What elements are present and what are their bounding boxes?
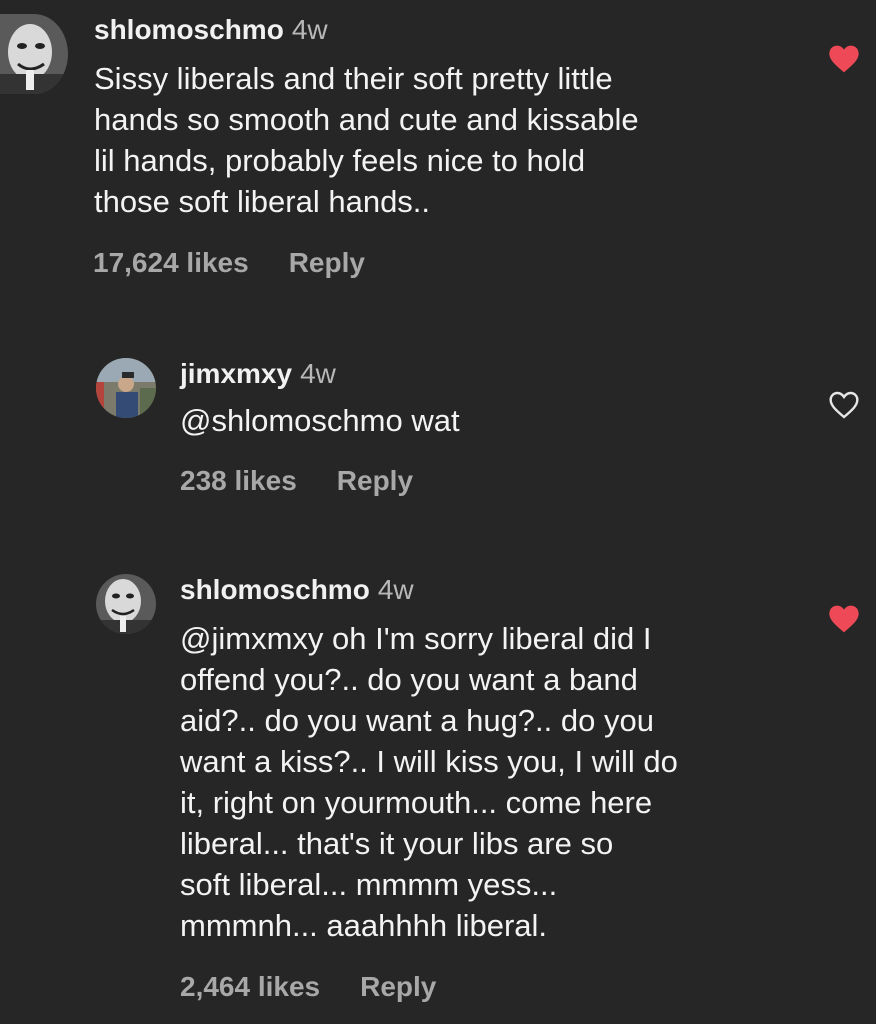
comment-age: 4w — [377, 574, 414, 605]
heart-filled-icon[interactable] — [828, 604, 860, 639]
heart-filled-icon[interactable] — [828, 44, 860, 79]
username-text[interactable]: shlomoschmo — [94, 14, 284, 45]
comment-username[interactable]: shlomoschmo 4w — [180, 574, 414, 606]
comment-meta: 2,464 likes Reply — [180, 971, 436, 1003]
comment: shlomoschmo 4w Sissy liberals and their s… — [0, 0, 876, 320]
comment-age: 4w — [300, 358, 336, 389]
avatar[interactable] — [96, 574, 156, 634]
comment-text: @shlomoschmo wat — [180, 403, 460, 438]
likes-count[interactable]: 17,624 likes — [93, 247, 249, 278]
username-text[interactable]: jimxmxy — [180, 358, 292, 389]
comment-text: @jimxmxy oh I'm sorry liberal did I offe… — [180, 621, 678, 943]
reply-button[interactable]: Reply — [289, 247, 365, 278]
likes-count[interactable]: 2,464 likes — [180, 971, 320, 1002]
likes-count[interactable]: 238 likes — [180, 465, 297, 496]
comment-reply: jimxmxy 4w @shlomoschmo wat 238 likes Repl… — [0, 330, 876, 530]
avatar[interactable] — [96, 358, 156, 418]
comment-meta: 17,624 likes Reply — [93, 247, 365, 279]
avatar[interactable] — [0, 14, 68, 94]
comment-username[interactable]: shlomoschmo 4w — [94, 14, 328, 46]
comment-username[interactable]: jimxmxy 4w — [180, 358, 336, 390]
heart-outline-icon[interactable] — [828, 390, 860, 425]
comment-age: 4w — [291, 14, 328, 45]
comment-reply: shlomoschmo 4w @jimxmxy oh I'm sorry libe… — [0, 560, 876, 1024]
reply-button[interactable]: Reply — [360, 971, 436, 1002]
comment-text: Sissy liberals and their soft pretty lit… — [94, 61, 639, 219]
comment-meta: 238 likes Reply — [180, 465, 413, 497]
username-text[interactable]: shlomoschmo — [180, 574, 370, 605]
reply-button[interactable]: Reply — [337, 465, 413, 496]
